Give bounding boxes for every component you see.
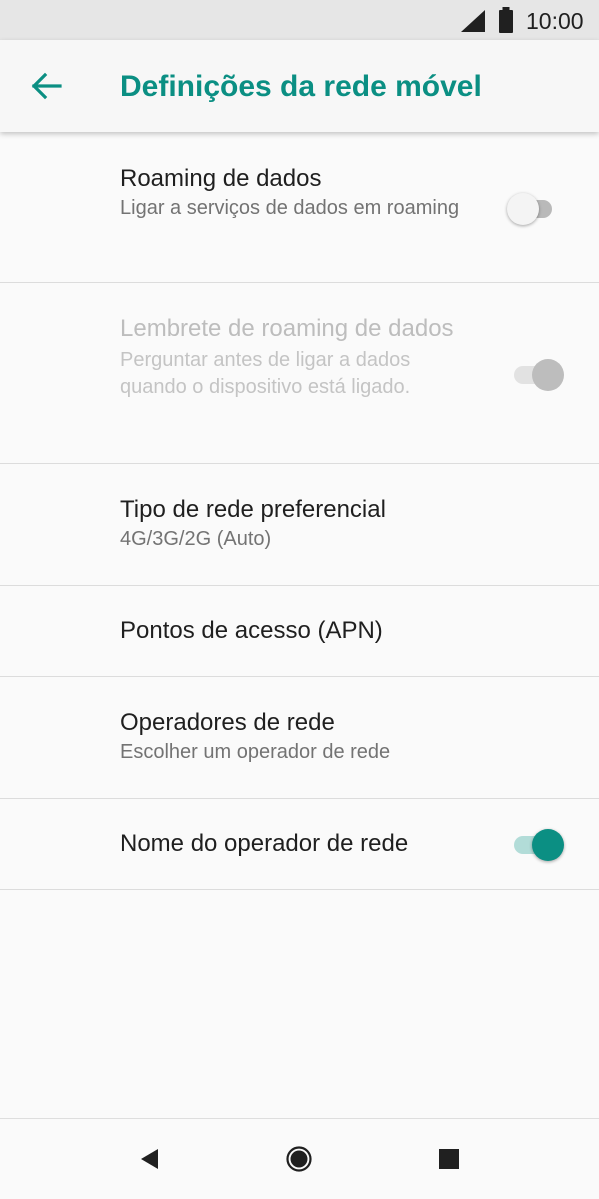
setting-title: Pontos de acesso (APN) [120,617,383,644]
setting-title: Operadores de rede [120,709,335,736]
switch-thumb [532,829,564,861]
switch-thumb [532,359,564,391]
cellular-signal-icon [461,10,485,32]
navigation-bar [0,1118,599,1199]
setting-title: Tipo de rede preferencial [120,496,386,523]
home-circle-icon [286,1146,312,1172]
setting-summary: Escolher um operador de rede [120,741,391,763]
app-bar: Definições da rede móvel [0,40,599,132]
back-button[interactable] [22,62,70,110]
setting-roaming-reminder: Lembrete de roaming de dados Perguntar a… [0,283,599,464]
setting-summary: Perguntar antes de ligar a dados quando … [120,349,411,398]
switch-thumb [507,193,539,225]
data-roaming-switch[interactable] [507,190,566,226]
setting-operator-name[interactable]: Nome do operador de rede [0,799,599,890]
setting-text: Roaming de dados Ligar a serviços de dad… [120,163,480,222]
setting-text: Tipo de rede preferencial 4G/3G/2G (Auto… [120,494,540,553]
setting-title: Roaming de dados [120,165,322,192]
setting-summary: 4G/3G/2G (Auto) [120,528,272,550]
nav-recents-button[interactable] [431,1141,467,1177]
setting-title: Nome do operador de rede [120,830,409,857]
setting-data-roaming[interactable]: Roaming de dados Ligar a serviços de dad… [0,133,599,283]
setting-text: Pontos de acesso (APN) [120,615,540,647]
battery-icon [498,7,514,33]
recents-square-icon [439,1149,459,1169]
roaming-reminder-switch [512,356,568,392]
arrow-left-icon [31,72,62,100]
status-time: 10:00 [526,8,584,34]
setting-text: Nome do operador de rede [120,828,500,860]
setting-preferred-network-type[interactable]: Tipo de rede preferencial 4G/3G/2G (Auto… [0,464,599,586]
setting-network-operators[interactable]: Operadores de rede Escolher um operador … [0,677,599,799]
operator-name-switch[interactable] [512,826,568,862]
setting-access-points[interactable]: Pontos de acesso (APN) [0,586,599,677]
settings-list: Roaming de dados Ligar a serviços de dad… [0,133,599,890]
setting-summary: Ligar a serviços de dados em roaming [120,197,460,219]
nav-back-button[interactable] [132,1141,168,1177]
back-triangle-icon [141,1149,158,1169]
status-bar: 10:00 [0,0,599,40]
setting-text: Operadores de rede Escolher um operador … [120,707,540,766]
setting-title: Lembrete de roaming de dados [120,315,454,342]
page-title: Definições da rede móvel [120,70,482,103]
nav-home-button[interactable] [281,1141,317,1177]
setting-text: Lembrete de roaming de dados Perguntar a… [120,313,480,401]
